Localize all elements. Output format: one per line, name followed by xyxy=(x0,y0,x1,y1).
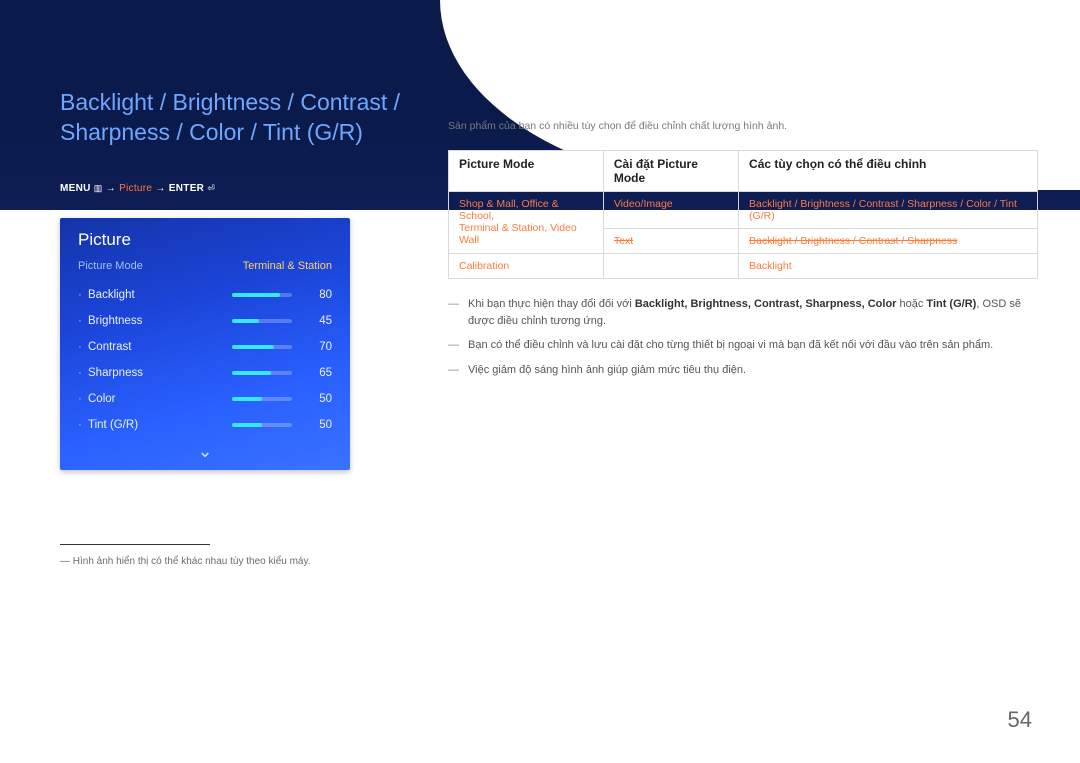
bullet-dot-icon: · xyxy=(78,367,88,379)
osd-slider[interactable] xyxy=(232,293,292,297)
th-picture-mode: Picture Mode xyxy=(449,151,604,192)
description-bullets: ― Khi bạn thực hiện thay đổi đối với Bac… xyxy=(448,292,1038,382)
arrow-icon: → xyxy=(106,183,116,194)
osd-list: ·Backlight80·Brightness45·Contrast70·Sha… xyxy=(60,278,350,438)
options-table: Picture Mode Cài đặt Picture Mode Các tù… xyxy=(448,150,1038,279)
bullet-dot-icon: · xyxy=(78,315,88,327)
osd-tab-left[interactable]: Picture Mode xyxy=(78,260,243,272)
enter-icon: ⏎ xyxy=(207,183,215,193)
footnote: ― Hình ảnh hiển thị có thể khác nhau tùy… xyxy=(60,556,311,567)
bullet-3: ― Việc giảm độ sáng hình ảnh giúp giảm m… xyxy=(448,358,1038,383)
osd-item-contrast[interactable]: ·Contrast 70 xyxy=(78,334,332,360)
page-title: Backlight / Brightness / Contrast / Shar… xyxy=(60,88,420,148)
menu-icon: ▥ xyxy=(94,183,103,193)
dash-icon: ― xyxy=(448,337,468,354)
osd-item-brightness[interactable]: ·Brightness 45 xyxy=(78,308,332,334)
right-column: Sản phẩm của bạn có nhiều tùy chọn để đi… xyxy=(448,120,1030,279)
osd-item-label: Brightness xyxy=(88,315,232,327)
osd-title: Picture xyxy=(60,218,350,260)
osd-item-value: 80 xyxy=(304,289,332,301)
dash-icon: ― xyxy=(448,296,468,329)
osd-item-label: Tint (G/R) xyxy=(88,419,232,431)
arrow-icon: → xyxy=(155,183,165,194)
osd-item-label: Sharpness xyxy=(88,367,232,379)
osd-tab-right[interactable]: Terminal & Station xyxy=(243,260,332,272)
osd-item-value: 50 xyxy=(304,393,332,405)
cell-empty xyxy=(603,254,738,279)
footnote-separator xyxy=(60,544,210,545)
bullet-dot-icon: · xyxy=(78,419,88,431)
osd-slider[interactable] xyxy=(232,397,292,401)
bullet-dot-icon: · xyxy=(78,289,88,301)
chevron-down-icon[interactable]: ⌄ xyxy=(60,438,350,460)
osd-item-tint-g-r-[interactable]: ·Tint (G/R) 50 xyxy=(78,412,332,438)
osd-slider[interactable] xyxy=(232,345,292,349)
cell-text: Text xyxy=(603,229,738,254)
osd-item-backlight[interactable]: ·Backlight 80 xyxy=(78,282,332,308)
cell-calibration: Calibration xyxy=(449,254,604,279)
page-number: 54 xyxy=(1008,707,1032,733)
osd-tabs: Picture Mode Terminal & Station xyxy=(60,260,350,278)
cell-modes: Shop & Mall, Office & School, Terminal &… xyxy=(449,192,604,254)
menu-path: MENU ▥ → Picture → ENTER ⏎ xyxy=(60,183,215,194)
osd-item-value: 65 xyxy=(304,367,332,379)
osd-item-label: Contrast xyxy=(88,341,232,353)
cell-opts-full: Backlight / Brightness / Contrast / Shar… xyxy=(739,192,1038,229)
cell-opts-strike: Backlight / Brightness / Contrast / Shar… xyxy=(739,229,1038,254)
bullet-dot-icon: · xyxy=(78,393,88,405)
osd-item-label: Backlight xyxy=(88,289,232,301)
osd-panel: Picture Picture Mode Terminal & Station … xyxy=(60,218,350,470)
osd-item-value: 70 xyxy=(304,341,332,353)
osd-item-value: 45 xyxy=(304,315,332,327)
menu-path-menu: MENU xyxy=(60,183,91,194)
menu-path-enter: ENTER xyxy=(169,183,204,194)
cell-video-image: Video/Image xyxy=(603,192,738,229)
osd-item-color[interactable]: ·Color 50 xyxy=(78,386,332,412)
dash-icon: ― xyxy=(448,362,468,379)
osd-slider[interactable] xyxy=(232,319,292,323)
osd-item-label: Color xyxy=(88,393,232,405)
th-setting: Cài đặt Picture Mode xyxy=(603,151,738,192)
bullet-2: ― Bạn có thể điều chỉnh và lưu cài đặt c… xyxy=(448,333,1038,358)
bullet-dot-icon: · xyxy=(78,341,88,353)
cell-backlight-only: Backlight xyxy=(739,254,1038,279)
menu-path-picture: Picture xyxy=(119,183,152,194)
osd-slider[interactable] xyxy=(232,371,292,375)
osd-item-value: 50 xyxy=(304,419,332,431)
bullet-1: ― Khi bạn thực hiện thay đổi đối với Bac… xyxy=(448,292,1038,333)
th-options: Các tùy chọn có thể điều chỉnh xyxy=(739,151,1038,192)
osd-slider[interactable] xyxy=(232,423,292,427)
osd-item-sharpness[interactable]: ·Sharpness 65 xyxy=(78,360,332,386)
intro-text: Sản phẩm của bạn có nhiều tùy chọn để đi… xyxy=(448,120,1030,132)
